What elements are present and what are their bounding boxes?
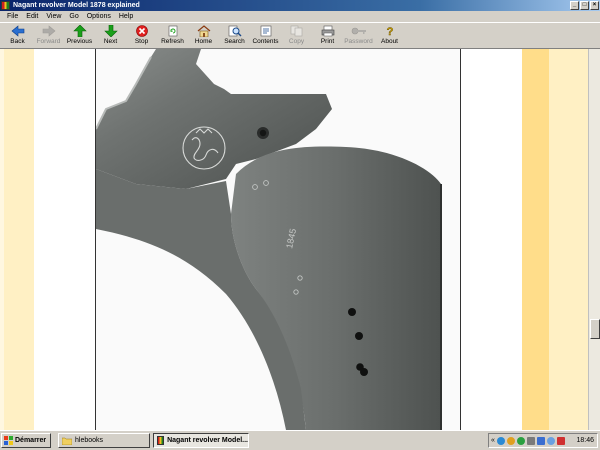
antivirus-icon[interactable] <box>516 436 525 445</box>
refresh-label: Refresh <box>161 38 184 45</box>
ebook-content-area[interactable]: 1845 <box>0 49 588 430</box>
display-icon[interactable] <box>536 436 545 445</box>
password-button[interactable]: Password <box>343 23 374 49</box>
folder-icon <box>62 437 72 445</box>
tray-expand-chevron[interactable]: « <box>491 437 495 444</box>
next-button[interactable]: Next <box>95 23 126 49</box>
previous-button[interactable]: Previous <box>64 23 95 49</box>
search-label: Search <box>224 38 245 45</box>
maximize-button[interactable]: □ <box>580 1 589 10</box>
close-button[interactable]: × <box>590 1 599 10</box>
copy-label: Copy <box>288 38 305 45</box>
search-button[interactable]: Search <box>219 23 250 49</box>
menu-options[interactable]: Options <box>83 11 115 22</box>
home-label: Home <box>194 38 213 45</box>
menu-edit[interactable]: Edit <box>22 11 42 22</box>
home-button[interactable]: Home <box>188 23 219 49</box>
previous-label: Previous <box>66 38 93 45</box>
about-button[interactable]: ? About <box>374 23 405 49</box>
next-label: Next <box>103 38 118 45</box>
print-icon <box>321 25 334 37</box>
taskbar-item-ebook[interactable]: Nagant revolver Model... <box>153 433 249 448</box>
network-icon[interactable] <box>496 436 505 445</box>
contents-label: Contents <box>252 38 279 45</box>
page-margin-left-band <box>4 49 34 430</box>
menu-go[interactable]: Go <box>65 11 82 22</box>
page-margin-right-white <box>461 49 522 430</box>
back-label: Back <box>10 38 25 45</box>
page-margin-right-edge <box>549 49 588 430</box>
search-icon <box>228 25 241 37</box>
window-controls: _ □ × <box>570 1 599 10</box>
menu-help[interactable]: Help <box>115 11 137 22</box>
windows-flag-icon <box>4 436 13 445</box>
back-arrow-icon <box>11 25 24 37</box>
security-shield-icon[interactable] <box>556 436 565 445</box>
page-margin-right-band <box>522 49 549 430</box>
minimize-button[interactable]: _ <box>570 1 579 10</box>
forward-label: Forward <box>36 38 61 45</box>
start-button[interactable]: Démarrer <box>1 433 51 448</box>
menu-view[interactable]: View <box>42 11 65 22</box>
taskbar-item-label: hlebooks <box>75 437 104 444</box>
toolbar: Back Forward Previous Next Stop Refresh … <box>0 22 600 49</box>
start-label: Démarrer <box>15 437 47 444</box>
back-button[interactable]: Back <box>2 23 33 49</box>
key-icon <box>351 27 366 35</box>
about-label: About <box>381 38 398 45</box>
volume-icon[interactable] <box>546 436 555 445</box>
contents-button[interactable]: Contents <box>250 23 281 49</box>
system-tray: « 18:46 <box>488 433 598 448</box>
print-label: Print <box>320 38 335 45</box>
forward-button[interactable]: Forward <box>33 23 64 49</box>
copy-button[interactable]: Copy <box>281 23 312 49</box>
usb-device-icon[interactable] <box>526 436 535 445</box>
down-arrow-icon <box>103 25 118 37</box>
revolver-grip-photo: 1845 <box>96 49 460 430</box>
stop-icon <box>135 25 148 37</box>
menu-file[interactable]: File <box>3 11 22 22</box>
menu-bar: File Edit View Go Options Help <box>0 11 600 22</box>
page-margin-left-white <box>34 49 95 430</box>
home-icon <box>197 25 210 37</box>
stop-button[interactable]: Stop <box>126 23 157 49</box>
svg-text:?: ? <box>386 26 393 37</box>
vertical-scrollbar[interactable] <box>588 49 600 430</box>
password-label: Password <box>344 38 373 45</box>
title-bar[interactable]: Nagant revolver Model 1878 explained _ □… <box>0 0 600 11</box>
print-button[interactable]: Print <box>312 23 343 49</box>
taskbar: Démarrer hlebooks Nagant revolver Model.… <box>0 430 600 450</box>
scrollbar-thumb[interactable] <box>590 319 600 339</box>
copy-icon <box>290 25 302 37</box>
ebook-icon <box>157 436 165 445</box>
messenger-icon[interactable] <box>506 436 515 445</box>
stop-label: Stop <box>134 38 149 45</box>
refresh-icon <box>168 25 177 37</box>
taskbar-item-label: Nagant revolver Model... <box>167 437 248 444</box>
refresh-button[interactable]: Refresh <box>157 23 188 49</box>
window-title: Nagant revolver Model 1878 explained <box>13 2 140 9</box>
about-icon: ? <box>386 26 393 37</box>
system-clock[interactable]: 18:46 <box>576 437 597 444</box>
revolver-frame-image: 1845 <box>96 49 442 430</box>
forward-arrow-icon <box>42 25 55 37</box>
app-icon <box>1 1 10 10</box>
up-arrow-icon <box>72 25 87 37</box>
contents-icon <box>260 25 271 37</box>
taskbar-item-hlebooks[interactable]: hlebooks <box>58 433 150 448</box>
